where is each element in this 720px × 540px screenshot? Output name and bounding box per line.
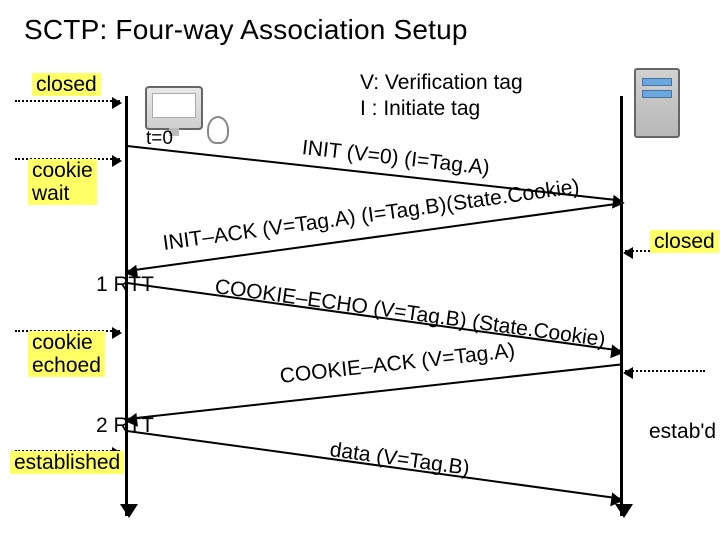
state-marker bbox=[15, 100, 120, 102]
client-host-icon bbox=[145, 86, 203, 130]
client-timeline bbox=[125, 96, 128, 516]
state-cookie-echoed: cookie echoed bbox=[28, 331, 105, 377]
state-marker bbox=[625, 370, 705, 372]
state-closed-left: closed bbox=[32, 73, 101, 96]
legend-line: I : Initiate tag bbox=[360, 96, 523, 122]
legend-line: V: Verification tag bbox=[360, 70, 523, 96]
msg-data: data (V=Tag.B) bbox=[328, 438, 471, 481]
state-established: established bbox=[10, 451, 124, 474]
state-cookie-wait: cookie wait bbox=[28, 159, 97, 205]
msg-cookie-ack: COOKIE–ACK (V=Tag.A) bbox=[279, 339, 517, 389]
state-estabd-right: estab'd bbox=[645, 420, 720, 443]
state-closed-right: closed bbox=[650, 230, 719, 253]
server-host-icon bbox=[634, 68, 680, 138]
page-title: SCTP: Four-way Association Setup bbox=[24, 14, 468, 46]
legend: V: Verification tag I : Initiate tag bbox=[360, 70, 523, 123]
server-timeline bbox=[620, 96, 623, 516]
msg-cookie-echo: COOKIE–ECHO (V=Tag.B) (State.Cookie) bbox=[213, 275, 607, 352]
